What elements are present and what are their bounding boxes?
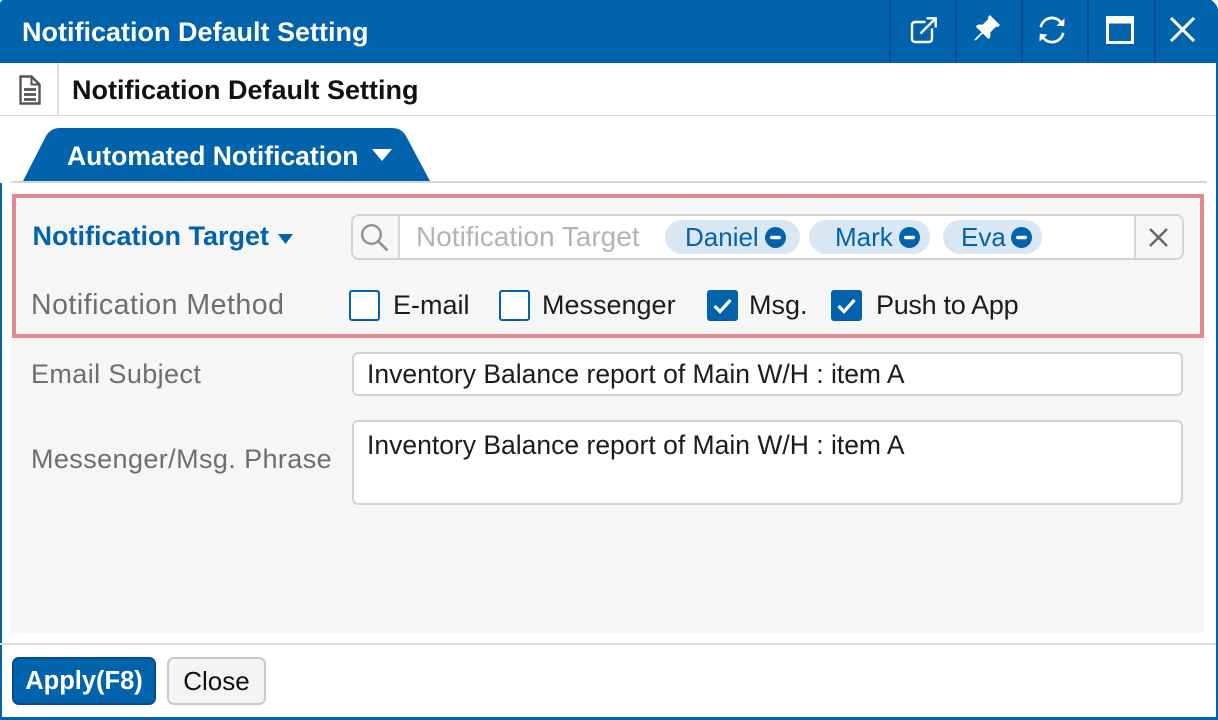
svg-text:Automated Notification: Automated Notification — [67, 141, 359, 171]
